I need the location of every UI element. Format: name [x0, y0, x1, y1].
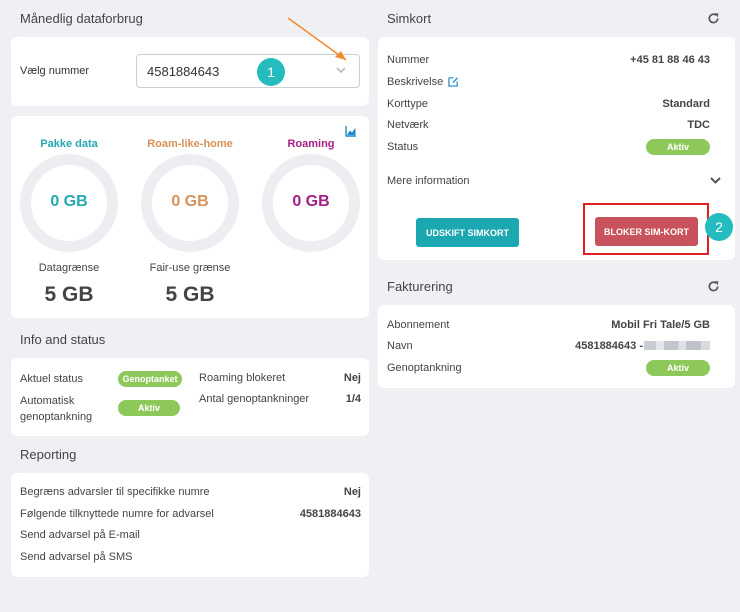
- usage-gauges-card: Pakke data 0 GB Roam-like-home 0 GB Roam…: [11, 116, 369, 318]
- refresh-icon[interactable]: [707, 12, 720, 25]
- chart-icon[interactable]: [345, 125, 357, 137]
- current-status-label: Aktuel status: [20, 373, 83, 385]
- info-status-card: Aktuel status Genoptanket Automatisk gen…: [11, 358, 369, 436]
- billing-topup-badge: Aktiv: [646, 360, 710, 376]
- reporting-title: Reporting: [20, 447, 77, 462]
- billing-title: Fakturering: [387, 279, 453, 294]
- annotation-badge-2: 2: [705, 213, 733, 241]
- selected-number: 4581884643: [147, 64, 220, 79]
- roaming-blocked-value: Nej: [343, 372, 361, 384]
- annotation-arrow: [287, 17, 347, 61]
- reporting-row-value: 4581884643: [299, 508, 361, 520]
- gauge-roam-like-home-value: 0 GB: [171, 193, 209, 210]
- billing-name-label: Navn: [387, 340, 413, 352]
- reporting-row-label: Send advarsel på SMS: [20, 551, 133, 563]
- data-limit-value: 5 GB: [44, 283, 94, 306]
- redacted-name: [644, 341, 710, 350]
- auto-topup-label-line2: genoptankning: [20, 411, 93, 423]
- gauge-package-value: 0 GB: [50, 193, 88, 210]
- replace-simcard-button[interactable]: UDSKIFT SIMKORT: [416, 218, 519, 247]
- gauge-label-roaming: Roaming: [287, 138, 335, 150]
- sim-type-value: Standard: [662, 98, 710, 110]
- reporting-row-value: Nej: [343, 486, 361, 498]
- annotation-badge-1: 1: [257, 58, 285, 86]
- sim-number-label: Nummer: [387, 54, 430, 66]
- topups-label: Antal genoptankninger: [199, 393, 310, 405]
- simcard-card: Nummer +45 81 88 46 43 Beskrivelse Kortt…: [378, 37, 735, 260]
- gauge-roaming-value: 0 GB: [292, 193, 330, 210]
- usage-title: Månedlig dataforbrug: [20, 11, 143, 26]
- sim-status-badge: Aktiv: [646, 139, 710, 155]
- subscription-value: Mobil Fri Tale/5 GB: [611, 319, 710, 331]
- reporting-card: Begræns advarsler til specifikke numre N…: [11, 473, 369, 577]
- sim-network-label: Netværk: [387, 119, 429, 131]
- select-number-label: Vælg nummer: [20, 65, 90, 77]
- gauge-label-roam-like-home: Roam-like-home: [147, 138, 233, 150]
- info-title: Info and status: [20, 332, 106, 347]
- edit-icon[interactable]: [448, 76, 459, 87]
- billing-topup-label: Genoptankning: [387, 362, 462, 374]
- status-badge: Genoptanket: [118, 371, 182, 387]
- block-simcard-button[interactable]: BLOKER SIM-KORT: [595, 217, 698, 246]
- topups-value: 1/4: [345, 393, 361, 405]
- sim-type-label: Korttype: [387, 98, 428, 110]
- gauge-label-package: Pakke data: [40, 138, 98, 150]
- reporting-row-label: Følgende tilknyttede numre for advarsel: [20, 508, 214, 520]
- sim-network-value: TDC: [687, 119, 710, 131]
- subscription-label: Abonnement: [387, 319, 450, 331]
- fair-use-value: 5 GB: [165, 283, 215, 306]
- auto-topup-badge[interactable]: Aktiv: [118, 400, 180, 416]
- billing-name-value: 4581884643 -: [575, 340, 643, 352]
- auto-topup-label-line1: Automatisk: [20, 395, 75, 407]
- reporting-row-label: Send advarsel på E-mail: [20, 529, 140, 541]
- sim-number-value: +45 81 88 46 43: [630, 54, 710, 66]
- roaming-blocked-label: Roaming blokeret: [199, 372, 286, 384]
- fair-use-label: Fair-use grænse: [149, 262, 231, 274]
- data-limit-label: Datagrænse: [38, 262, 100, 274]
- billing-card: Abonnement Mobil Fri Tale/5 GB Navn 4581…: [378, 305, 735, 388]
- refresh-icon[interactable]: [707, 280, 720, 293]
- simcard-title: Simkort: [387, 11, 432, 26]
- more-info-toggle[interactable]: Mere information: [387, 175, 470, 187]
- reporting-row-label: Begræns advarsler til specifikke numre: [20, 486, 210, 498]
- sim-status-label: Status: [387, 141, 419, 153]
- sim-description-label: Beskrivelse: [387, 76, 444, 88]
- chevron-down-icon[interactable]: [709, 175, 722, 186]
